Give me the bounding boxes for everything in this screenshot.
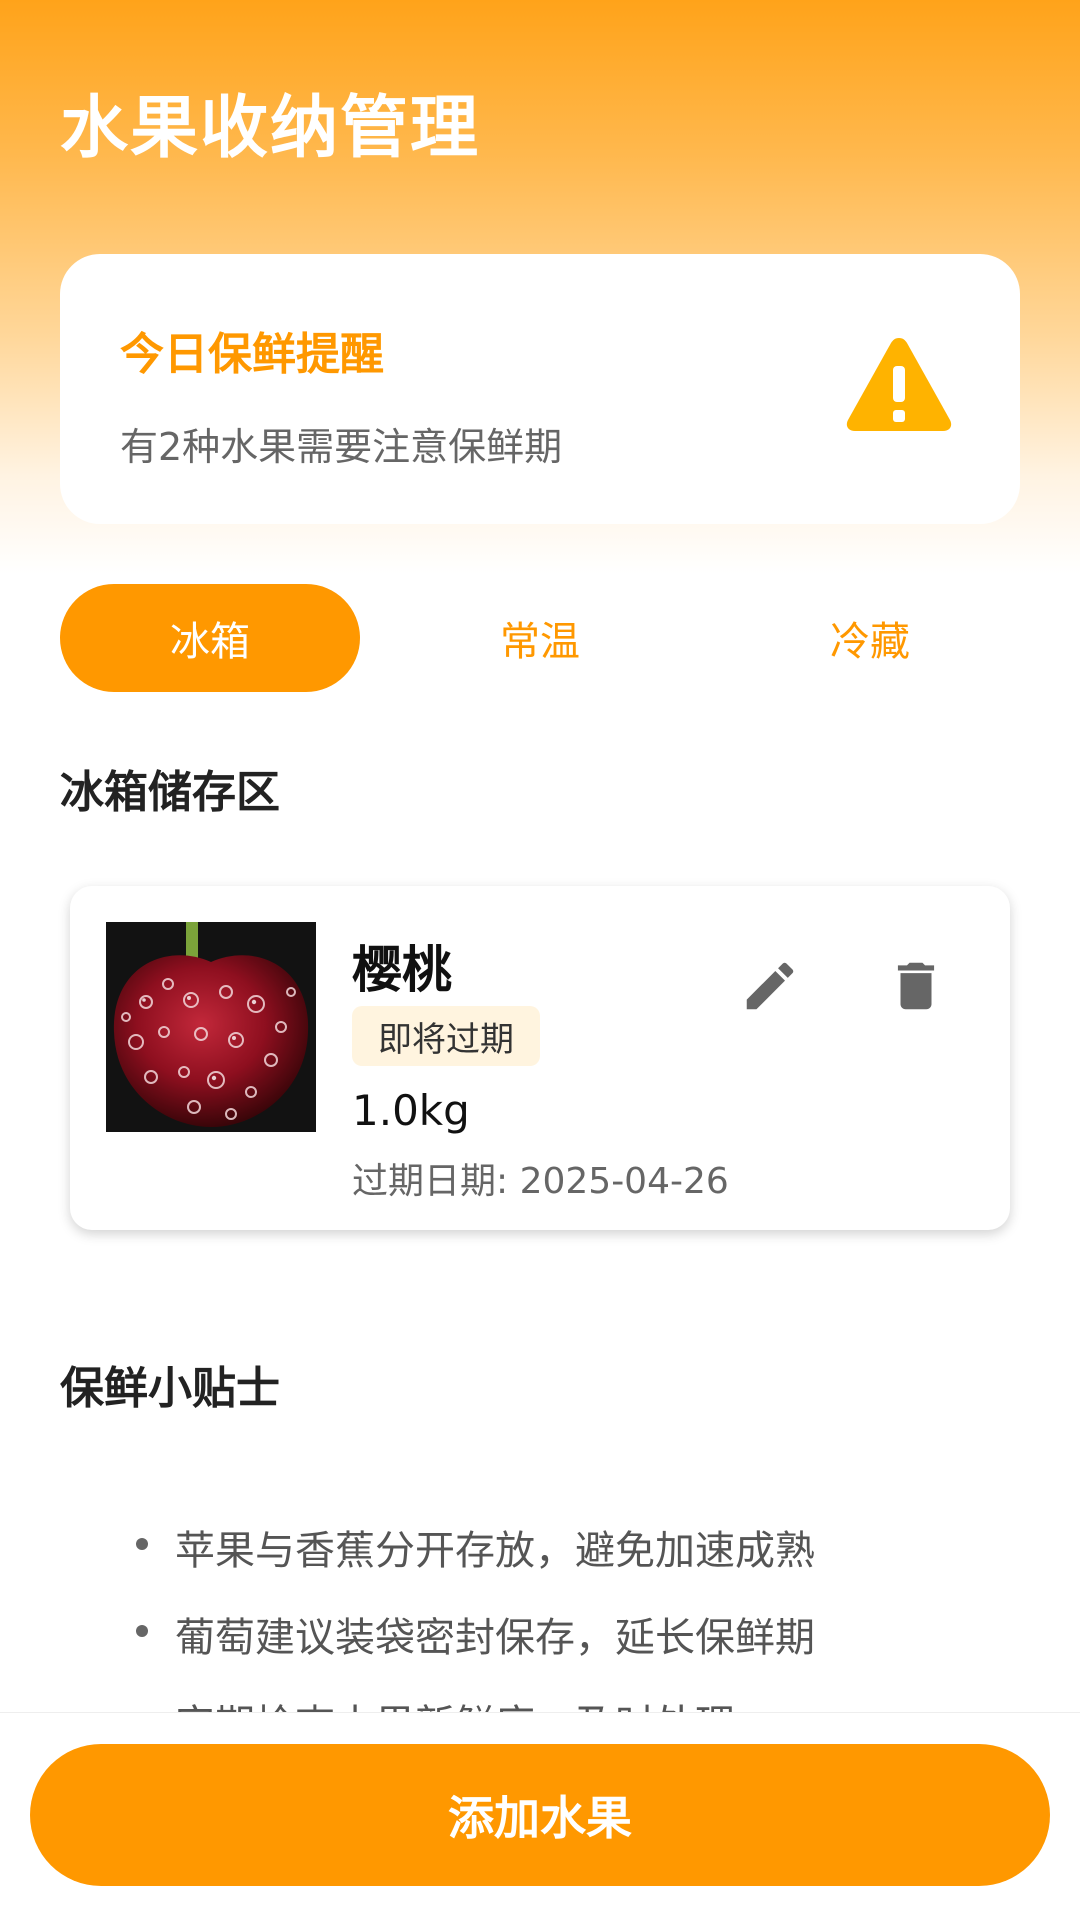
tab-freezer[interactable]: 冰箱 (60, 584, 360, 692)
bullet-icon (136, 1625, 148, 1637)
tips-section-title: 保鲜小贴士 (60, 1363, 280, 1414)
tab-refrigerated[interactable]: 冷藏 (720, 584, 1020, 692)
tab-room-temperature[interactable]: 常温 (390, 584, 690, 692)
freshness-reminder-card: 今日保鲜提醒 有2种水果需要注意保鲜期 (60, 254, 1020, 524)
edit-button[interactable] (730, 946, 810, 1026)
fruit-card[interactable]: 樱桃 即将过期 1.0kg 过期日期: 2025-04-26 (70, 886, 1010, 1230)
page-title: 水果收纳管理 (60, 89, 481, 168)
tip-text: 葡萄建议装袋密封保存，延长保鲜期 (175, 1615, 815, 1661)
fruit-expiry-date: 过期日期: 2025-04-26 (352, 1161, 729, 1202)
tip-text: 苹果与香蕉分开存放，避免加速成熟 (175, 1528, 815, 1574)
pencil-icon (746, 962, 794, 1010)
storage-tabs: 冰箱 常温 冷藏 (60, 584, 1020, 692)
fruit-name: 樱桃 (352, 941, 452, 999)
bottom-action-bar: 添加水果 (0, 1712, 1080, 1921)
reminder-title: 今日保鲜提醒 (120, 329, 384, 380)
trash-icon (897, 962, 935, 1010)
fruit-image (106, 922, 316, 1132)
storage-section-title: 冰箱储存区 (60, 767, 280, 818)
reminder-subtitle: 有2种水果需要注意保鲜期 (120, 425, 563, 469)
warning-icon (844, 334, 954, 434)
fruit-weight: 1.0kg (352, 1086, 470, 1135)
expiry-status-badge: 即将过期 (352, 1006, 540, 1066)
bullet-icon (136, 1538, 148, 1550)
tip-item: 葡萄建议装袋密封保存，延长保鲜期 (130, 1605, 1030, 1692)
tip-item: 苹果与香蕉分开存放，避免加速成熟 (130, 1518, 1030, 1605)
add-fruit-button[interactable]: 添加水果 (30, 1744, 1050, 1886)
delete-button[interactable] (876, 946, 956, 1026)
